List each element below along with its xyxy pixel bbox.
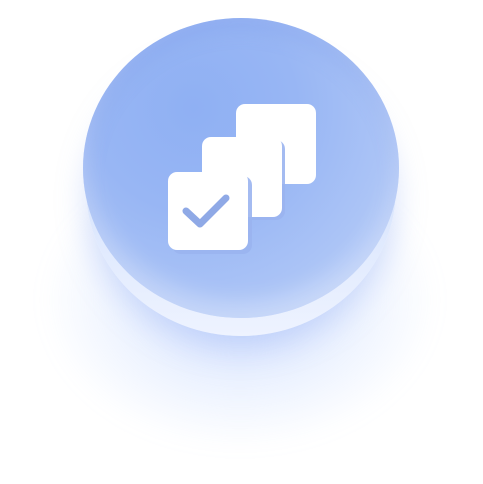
illustration-canvas	[0, 0, 483, 484]
stacked-checkbox-cards-icon	[168, 104, 316, 254]
card-front	[168, 172, 248, 250]
